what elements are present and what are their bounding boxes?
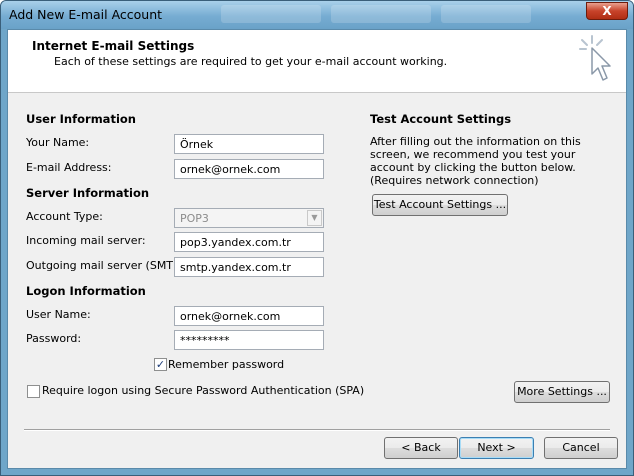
test-account-settings-button[interactable]: Test Account Settings ... (372, 194, 508, 216)
account-type-select: POP3 ▼ (174, 208, 324, 228)
spa-label[interactable]: Require logon using Secure Password Auth… (42, 384, 364, 397)
username-input[interactable]: ornek@ornek.com (174, 306, 324, 326)
close-icon: X (602, 4, 612, 18)
outgoing-server-value: smtp.yandex.com.tr (180, 261, 291, 274)
account-type-label: Account Type: (26, 210, 103, 223)
email-label: E-mail Address: (26, 161, 112, 174)
outgoing-server-input[interactable]: smtp.yandex.com.tr (174, 257, 324, 277)
outgoing-server-label: Outgoing mail server (SMTP): (26, 259, 188, 272)
account-type-value: POP3 (180, 212, 209, 225)
checkmark-icon: ✓ (155, 358, 166, 371)
title-bar[interactable]: Add New E-mail Account X (1, 1, 633, 29)
remember-password-label[interactable]: Remember password (168, 358, 284, 371)
dialog-window: Add New E-mail Account X Internet E-mail… (0, 0, 634, 476)
cancel-button[interactable]: Cancel (544, 437, 618, 459)
password-label: Password: (26, 332, 82, 345)
logon-info-heading: Logon Information (26, 284, 146, 298)
test-settings-description: After filling out the information on thi… (370, 135, 581, 187)
window-title: Add New E-mail Account (9, 7, 163, 22)
name-input[interactable]: Örnek (174, 134, 324, 154)
next-button[interactable]: Next > (459, 437, 534, 459)
incoming-server-input[interactable]: pop3.yandex.com.tr (174, 232, 324, 252)
dialog-body: Internet E-mail Settings Each of these s… (7, 29, 627, 469)
password-value: ********* (180, 334, 230, 347)
password-input[interactable]: ********* (174, 330, 324, 350)
name-value: Örnek (180, 138, 214, 151)
incoming-server-value: pop3.yandex.com.tr (180, 236, 291, 249)
close-button[interactable]: X (586, 2, 628, 20)
background-window-ghost (331, 5, 431, 23)
email-input[interactable]: ornek@ornek.com (174, 159, 324, 179)
username-label: User Name: (26, 308, 91, 321)
remember-password-checkbox[interactable]: ✓ (154, 358, 167, 371)
footer-divider (24, 429, 610, 431)
dialog-header: Internet E-mail Settings Each of these s… (8, 30, 626, 93)
name-label: Your Name: (26, 136, 90, 149)
more-settings-button[interactable]: More Settings ... (514, 381, 610, 403)
user-info-heading: User Information (26, 112, 136, 126)
spa-checkbox[interactable] (27, 385, 40, 398)
incoming-server-label: Incoming mail server: (26, 234, 146, 247)
test-settings-heading: Test Account Settings (370, 112, 512, 126)
cursor-sparkle-icon (579, 35, 611, 81)
header-subtitle: Each of these settings are required to g… (54, 55, 448, 68)
chevron-down-icon: ▼ (307, 210, 322, 226)
background-window-ghost (441, 5, 531, 23)
email-value: ornek@ornek.com (180, 163, 281, 176)
back-button[interactable]: < Back (384, 437, 458, 459)
username-value: ornek@ornek.com (180, 310, 281, 323)
server-info-heading: Server Information (26, 186, 150, 200)
header-title: Internet E-mail Settings (32, 39, 195, 53)
background-window-ghost (221, 5, 321, 23)
